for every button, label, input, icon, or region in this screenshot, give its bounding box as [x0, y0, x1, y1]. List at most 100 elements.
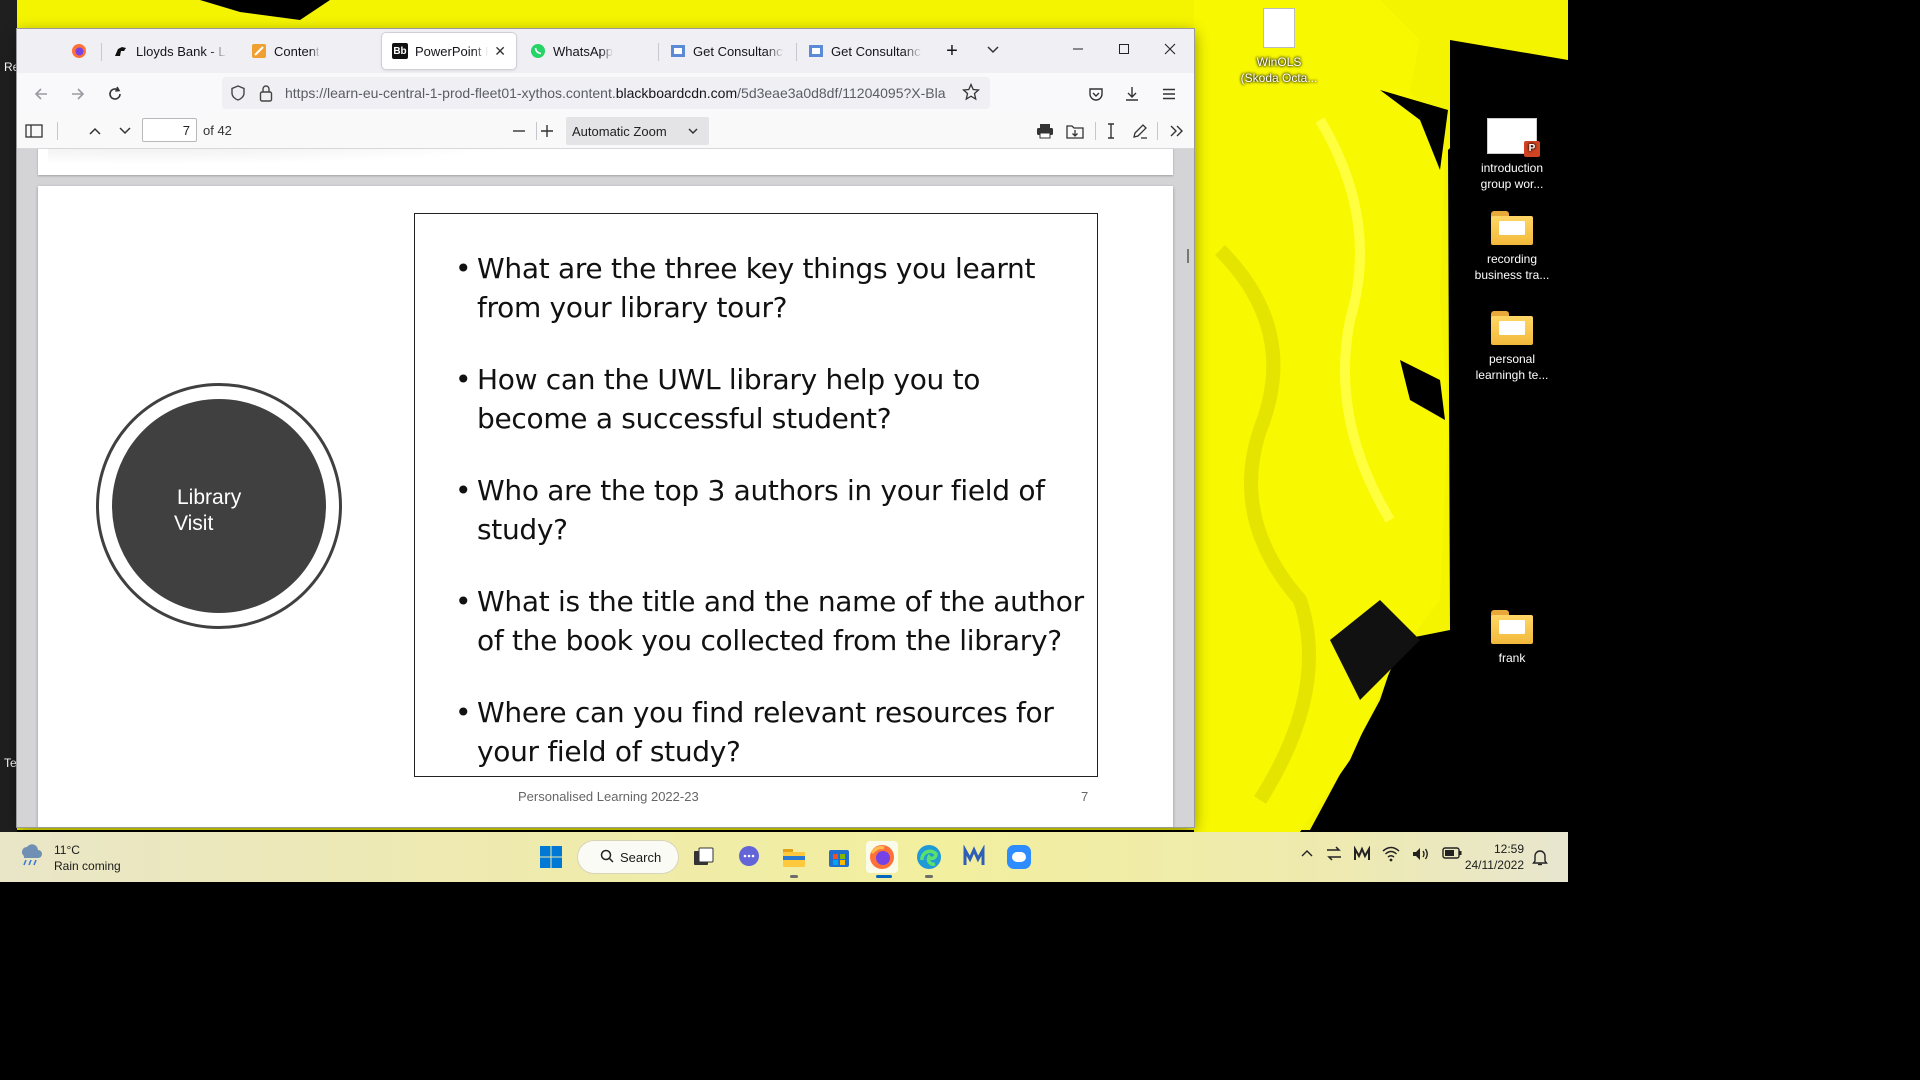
new-tab-button[interactable]: +: [935, 33, 969, 69]
question-item: Who are the top 3 authors in your field …: [455, 471, 1091, 549]
text-tool-button[interactable]: [1098, 118, 1124, 144]
print-button[interactable]: [1032, 118, 1058, 144]
next-page-button[interactable]: [112, 118, 138, 144]
task-view-icon: [694, 847, 714, 865]
battery-icon[interactable]: [1442, 846, 1462, 866]
circle-label-line1: Library: [177, 486, 242, 509]
chat-icon: [739, 846, 759, 866]
firefox-view-button[interactable]: [61, 33, 97, 69]
desktop-icon-winols[interactable]: WinOLS (Skoda Octa...: [1234, 8, 1324, 86]
toggle-sidebar-button[interactable]: [21, 118, 47, 144]
weather-widget[interactable]: 11°C Rain coming: [18, 842, 121, 874]
url-suffix: /5d3eae3a0d8df/11204095?X-Bla: [737, 85, 946, 101]
pdf-viewer[interactable]: Library Visit What are the three key thi…: [17, 149, 1194, 827]
reload-button[interactable]: [100, 79, 130, 109]
search-icon: [600, 849, 614, 866]
zoom-in-button[interactable]: [534, 118, 560, 144]
tab-whatsapp[interactable]: WhatsApp: [520, 33, 654, 69]
draw-tool-button[interactable]: [1127, 118, 1153, 144]
tab-label: Content: [274, 43, 320, 59]
app-menu-button[interactable]: [1154, 79, 1184, 109]
lock-icon[interactable]: [258, 84, 274, 107]
pocket-icon: [1089, 88, 1103, 101]
save-button[interactable]: [1062, 118, 1088, 144]
previous-page-button[interactable]: [82, 118, 108, 144]
minimize-button[interactable]: [1055, 29, 1101, 73]
taskbar: 11°C Rain coming Search 12:59 24/11/2022: [0, 832, 1568, 882]
tab-get-consultancy-1[interactable]: Get Consultancy I: [660, 33, 794, 69]
desktop-icon-frank[interactable]: frank: [1467, 610, 1557, 666]
teams-chat-button[interactable]: [733, 841, 765, 873]
desktop-icon-label: business tra...: [1474, 268, 1550, 282]
maximize-button[interactable]: [1101, 29, 1147, 73]
wifi-icon[interactable]: [1382, 846, 1400, 866]
tab-lloyds-bank[interactable]: Lloyds Bank - Log: [103, 33, 237, 69]
task-view-button[interactable]: [688, 841, 720, 873]
desktop-icon-personal[interactable]: personal learningh te...: [1467, 311, 1557, 383]
desktop-icon-label: WinOLS: [1256, 55, 1302, 69]
volume-icon[interactable]: [1412, 846, 1430, 866]
forward-button[interactable]: [63, 79, 93, 109]
url-text[interactable]: https://learn-eu-central-1-prod-fleet01-…: [285, 85, 957, 101]
desktop-icon-label: recording: [1486, 252, 1538, 266]
taskbar-search[interactable]: Search: [578, 841, 678, 873]
firefox-icon: [870, 845, 894, 869]
slide-footer: Personalised Learning 2022-23: [518, 789, 699, 804]
save-download-icon: [1066, 125, 1084, 139]
question-item: Where can you find relevant resources fo…: [455, 693, 1091, 771]
network-adapter-icon[interactable]: [1326, 846, 1342, 866]
list-all-tabs-button[interactable]: [978, 33, 1008, 69]
desktop-fragment: Te: [4, 756, 17, 770]
show-hidden-icons-chevron-up-icon[interactable]: [1300, 846, 1314, 866]
downloads-button[interactable]: [1117, 79, 1147, 109]
weather-condition: Rain coming: [54, 859, 121, 873]
page-count: of 42: [203, 123, 232, 138]
zoom-select[interactable]: Automatic Zoom: [566, 117, 709, 145]
tools-menu-button[interactable]: [1164, 118, 1190, 144]
url-domain: blackboardcdn.com: [615, 85, 738, 101]
pocket-button[interactable]: [1081, 79, 1111, 109]
bookmark-star-icon[interactable]: [961, 82, 981, 106]
maximize-icon: [1118, 42, 1130, 60]
tab-label: Get Consultancy I: [693, 43, 784, 59]
taskbar-clock[interactable]: 12:59 24/11/2022: [1462, 841, 1524, 873]
close-tab-icon[interactable]: ✕: [494, 43, 506, 60]
folder-icon: [1491, 311, 1533, 345]
time: 12:59: [1493, 842, 1524, 856]
printer-icon: [1037, 124, 1053, 139]
desktop-icon-recording[interactable]: recording business tra...: [1467, 211, 1557, 283]
app-tray-m-icon[interactable]: [1354, 845, 1370, 866]
file-icon: [1263, 8, 1295, 48]
back-button[interactable]: [26, 79, 56, 109]
tab-content[interactable]: Content: [241, 33, 375, 69]
store-icon: [829, 850, 849, 867]
notification-bell-icon[interactable]: [1532, 848, 1548, 871]
tracking-protection-shield-icon[interactable]: [230, 85, 246, 106]
tab-powerpoint-presentation[interactable]: Bb PowerPoint Pre ✕: [382, 33, 516, 69]
address-bar[interactable]: https://learn-eu-central-1-prod-fleet01-…: [222, 77, 990, 109]
library-visit-circle: Library Visit: [112, 399, 326, 613]
desktop-icon-label: (Skoda Octa...: [1240, 71, 1318, 85]
zoom-out-button[interactable]: [506, 118, 532, 144]
microsoft-store-button[interactable]: [823, 841, 855, 873]
zoom-app-button[interactable]: [1003, 841, 1035, 873]
tab-get-consultancy-2[interactable]: Get Consultancy I: [798, 33, 932, 69]
system-tray: [1300, 845, 1462, 866]
file-explorer-button[interactable]: [778, 841, 810, 873]
app-m-button[interactable]: [958, 841, 990, 873]
firefox-taskbar-button[interactable]: [866, 841, 898, 873]
desktop-icon-introduction[interactable]: P introduction group wor...: [1467, 118, 1557, 192]
edge-icon: [917, 845, 941, 869]
slide-number: 7: [1081, 789, 1089, 804]
close-window-button[interactable]: [1147, 29, 1193, 73]
whatsapp-icon: [530, 43, 546, 59]
file-explorer-icon: [783, 849, 805, 867]
minimize-icon: [1072, 42, 1084, 60]
edge-button[interactable]: [913, 841, 945, 873]
start-button[interactable]: [535, 841, 567, 873]
question-item: How can the UWL library help you to beco…: [455, 360, 1091, 438]
scrollbar-thumb[interactable]: [1187, 249, 1189, 263]
page-number-input[interactable]: [142, 118, 197, 142]
horse-icon: [113, 43, 129, 59]
chevron-down-icon: [119, 127, 131, 135]
